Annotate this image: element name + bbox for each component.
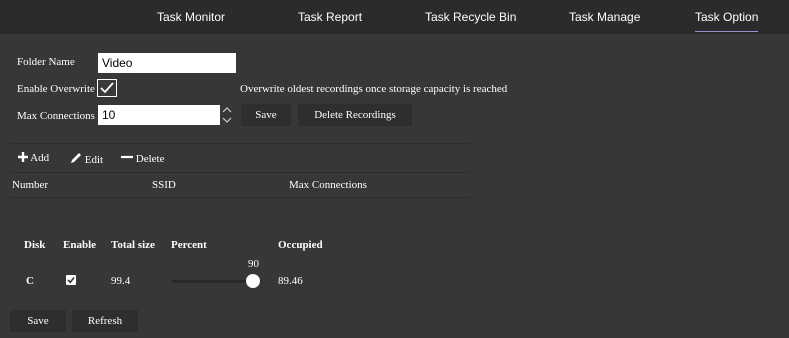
table-top-border [10,172,470,173]
delete-button[interactable]: Delete [121,152,164,165]
max-connections-stepper[interactable] [220,105,234,125]
overwrite-hint: Overwrite oldest recordings once storage… [240,83,508,95]
disk-enable-checkbox[interactable] [66,275,76,285]
edit-button[interactable]: Edit [70,152,103,166]
checkmark-icon [67,277,75,284]
tab-task-manage[interactable]: Task Manage [569,10,640,24]
disk-header-occupied: Occupied [278,239,323,251]
disk-occupied: 89.46 [278,275,303,287]
add-button[interactable]: Add [18,152,49,164]
delete-label: Delete [135,153,165,165]
percent-slider-fill [172,280,253,283]
tab-task-option[interactable]: Task Option [695,10,759,32]
folder-name-label: Folder Name [17,56,75,68]
edit-label: Edit [84,154,104,166]
plus-icon [18,152,28,162]
refresh-button[interactable]: Refresh [72,310,138,332]
add-label: Add [30,152,50,164]
stepper-arrows-icon [222,107,232,123]
minus-icon [121,155,133,159]
disk-total-size: 99.4 [111,275,131,287]
enable-overwrite-checkbox[interactable] [97,79,117,97]
folder-name-input[interactable] [98,53,236,73]
disk-header-disk: Disk [24,239,46,251]
column-header-ssid: SSID [152,179,176,191]
percent-value-label: 90 [248,258,259,270]
tab-task-report[interactable]: Task Report [298,10,362,24]
column-header-number: Number [12,179,49,191]
pencil-icon [71,153,81,163]
delete-recordings-button[interactable]: Delete Recordings [298,104,412,126]
disk-name: C [26,275,34,287]
column-header-max-connections: Max Connections [289,179,367,191]
top-nav-bar: Task Monitor Task Report Task Recycle Bi… [0,0,789,34]
percent-slider-track[interactable] [172,274,262,288]
disk-header-enable: Enable [63,239,97,251]
disk-header-percent: Percent [171,239,207,251]
max-connections-label: Max Connections [17,110,95,122]
bottom-save-button[interactable]: Save [10,310,66,332]
tab-task-recycle-bin[interactable]: Task Recycle Bin [425,10,516,24]
disk-header-total-size: Total size [111,239,155,251]
save-button[interactable]: Save [241,104,291,126]
table-header-border [10,197,470,198]
enable-overwrite-label: Enable Overwrite [17,83,95,95]
max-connections-input[interactable] [98,105,220,125]
section-divider [10,143,470,144]
checkmark-icon [100,82,114,94]
tab-task-monitor[interactable]: Task Monitor [157,10,225,24]
percent-slider-thumb[interactable] [246,274,260,288]
